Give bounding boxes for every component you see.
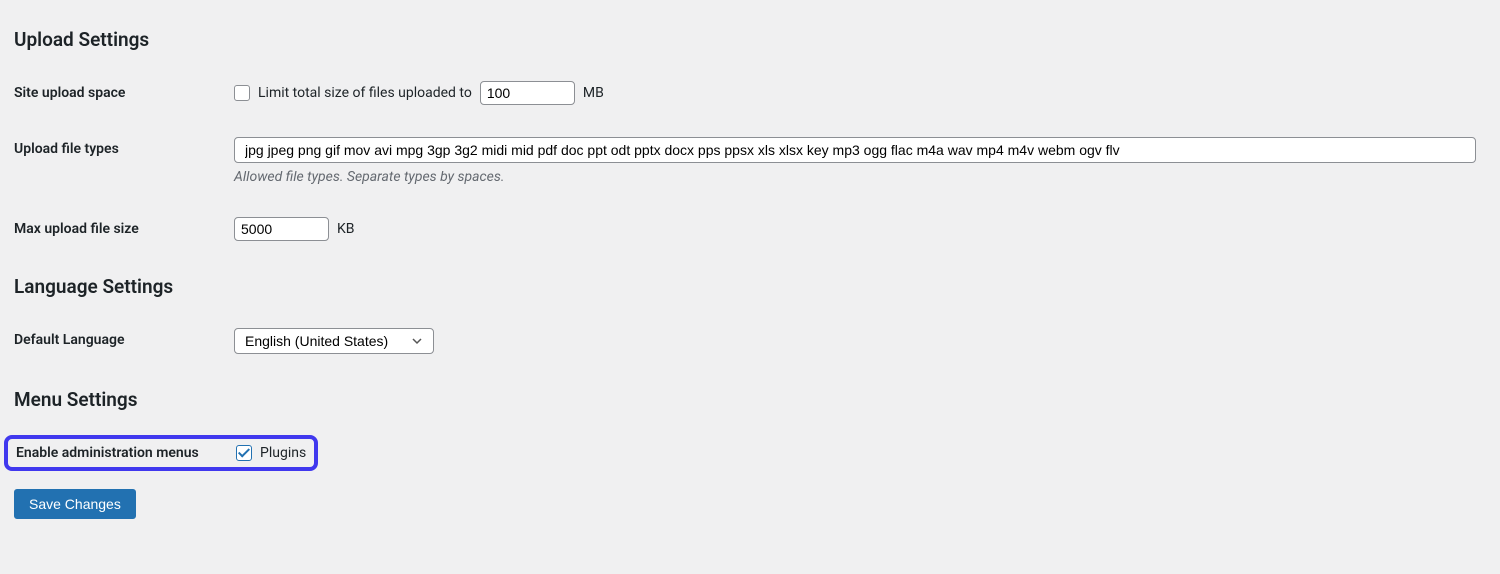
limit-upload-unit: MB [583, 85, 604, 101]
default-language-label: Default Language [14, 316, 234, 374]
enable-admin-menus-label: Enable administration menus [16, 445, 236, 461]
upload-file-types-input[interactable] [234, 137, 1476, 163]
max-upload-size-label: Max upload file size [14, 205, 234, 261]
enable-admin-menus-highlight: Enable administration menus Plugins [4, 435, 318, 471]
site-upload-space-label: Site upload space [14, 69, 234, 125]
menu-settings-heading: Menu Settings [14, 388, 1486, 411]
limit-upload-checkbox[interactable] [234, 85, 250, 101]
plugins-label: Plugins [260, 445, 306, 461]
limit-upload-text: Limit total size of files uploaded to [258, 85, 472, 101]
max-upload-size-input[interactable] [234, 217, 329, 241]
default-language-select[interactable]: English (United States) [234, 328, 434, 354]
upload-settings-heading: Upload Settings [14, 28, 1486, 51]
upload-settings-table: Site upload space Limit total size of fi… [14, 69, 1486, 261]
limit-upload-value[interactable] [480, 81, 575, 105]
save-changes-button[interactable]: Save Changes [14, 489, 136, 519]
max-upload-size-unit: KB [337, 221, 355, 237]
language-settings-table: Default Language English (United States) [14, 316, 1486, 374]
upload-file-types-label: Upload file types [14, 125, 234, 205]
upload-file-types-help: Allowed file types. Separate types by sp… [234, 169, 1476, 185]
plugins-checkbox[interactable] [236, 445, 252, 461]
language-settings-heading: Language Settings [14, 275, 1486, 298]
